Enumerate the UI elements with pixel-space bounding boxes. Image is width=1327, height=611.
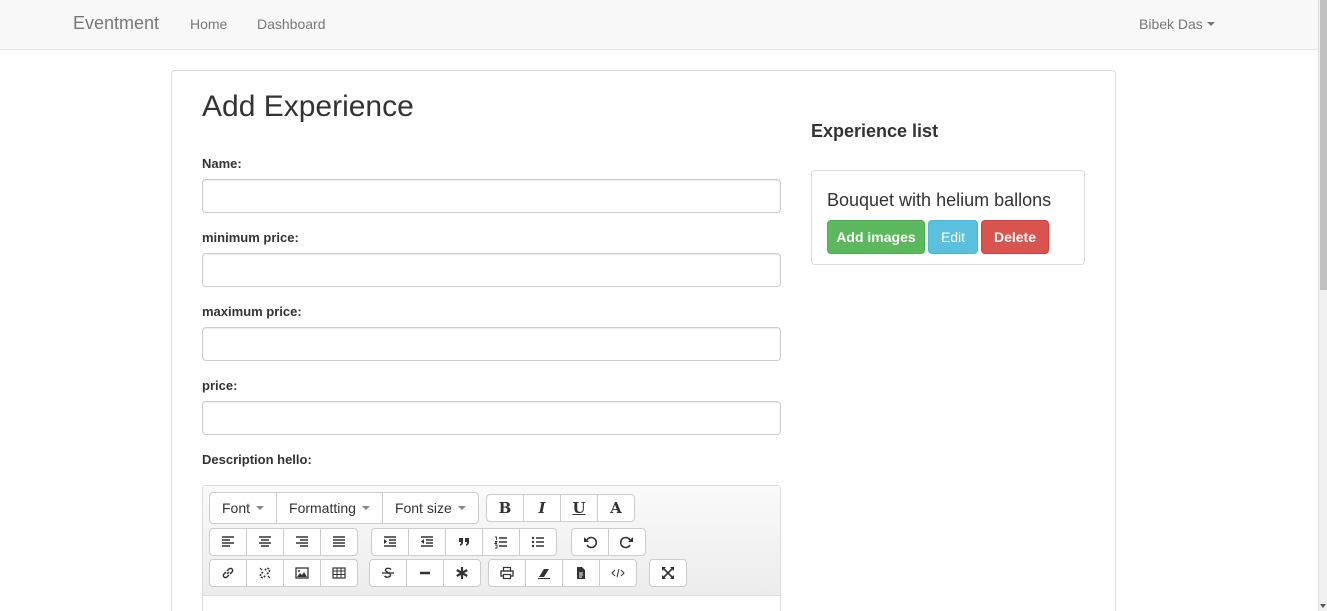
outdent-icon: [421, 536, 433, 547]
font-dropdown-label: Font: [222, 500, 251, 516]
eraser-icon: [538, 569, 550, 579]
table-icon: [332, 567, 346, 579]
print-button[interactable]: [488, 559, 526, 587]
name-input[interactable]: [202, 179, 781, 213]
align-right-button[interactable]: [283, 528, 321, 556]
undo-icon: [584, 536, 597, 549]
redo-button[interactable]: [608, 528, 646, 556]
max-price-input[interactable]: [202, 327, 781, 361]
image-icon: [295, 567, 309, 579]
navbar: Eventment Home Dashboard Bibek Das: [0, 0, 1318, 50]
add-images-button[interactable]: Add images: [827, 220, 925, 254]
align-justify-button[interactable]: [320, 528, 358, 556]
history-button-group: [571, 528, 646, 556]
unlink-button[interactable]: [246, 559, 284, 587]
align-center-button[interactable]: [246, 528, 284, 556]
indent-icon: [384, 536, 396, 547]
indent-button[interactable]: [371, 528, 409, 556]
eraser-button[interactable]: [525, 559, 563, 587]
tools-button-group: [488, 559, 637, 587]
ordered-list-button[interactable]: [482, 528, 520, 556]
special-char-icon: [456, 567, 468, 579]
user-name: Bibek Das: [1139, 16, 1203, 32]
align-left-button[interactable]: [209, 528, 247, 556]
blockquote-button[interactable]: [445, 528, 483, 556]
scroll-thumb[interactable]: [1320, 0, 1327, 290]
formatting-dropdown-label: Formatting: [289, 500, 356, 516]
align-left-icon: [222, 536, 234, 547]
fullscreen-icon: [662, 567, 674, 579]
link-icon: [222, 567, 234, 579]
font-size-dropdown-label: Font size: [394, 500, 452, 516]
underline-button[interactable]: U: [560, 494, 598, 522]
page-scrollbar[interactable]: [1318, 0, 1327, 611]
name-label: Name:: [202, 156, 242, 171]
price-input[interactable]: [202, 401, 781, 435]
chevron-down-icon: [1206, 22, 1215, 26]
align-justify-icon: [333, 536, 345, 547]
style-button-group: B I U A: [486, 494, 635, 522]
unlink-icon: [259, 567, 271, 579]
template-icon: [577, 567, 585, 579]
insert-button-group: [209, 559, 358, 587]
image-button[interactable]: [283, 559, 321, 587]
redo-icon: [620, 536, 633, 549]
misc-button-group: [369, 559, 481, 587]
scroll-down-icon[interactable]: [1320, 604, 1326, 608]
align-center-icon: [259, 536, 271, 547]
outdent-button[interactable]: [408, 528, 446, 556]
formatting-dropdown[interactable]: Formatting: [276, 492, 383, 524]
view-button-group: [649, 559, 687, 587]
font-size-dropdown[interactable]: Font size: [381, 492, 479, 524]
max-price-label: maximum price:: [202, 304, 302, 319]
brand-link[interactable]: Eventment: [73, 13, 159, 34]
quote-icon: [459, 538, 469, 546]
strikethrough-icon: [382, 567, 394, 578]
user-menu[interactable]: Bibek Das: [1139, 16, 1215, 32]
nav-home-link[interactable]: Home: [190, 16, 227, 32]
text-color-button[interactable]: A: [597, 494, 635, 522]
min-price-input[interactable]: [202, 253, 781, 287]
description-label: Description hello:: [202, 452, 312, 467]
template-button[interactable]: [562, 559, 600, 587]
special-char-button[interactable]: [443, 559, 481, 587]
undo-button[interactable]: [571, 528, 609, 556]
chevron-down-icon: [256, 506, 265, 510]
page-title: Add Experience: [202, 90, 414, 123]
table-button[interactable]: [320, 559, 358, 587]
ordered-list-icon: [494, 536, 507, 549]
align-button-group: [209, 528, 358, 556]
bold-button[interactable]: B: [486, 494, 524, 522]
source-code-icon: [611, 568, 625, 578]
align-right-icon: [296, 536, 308, 547]
horizontal-rule-button[interactable]: [406, 559, 444, 587]
source-code-button[interactable]: [599, 559, 637, 587]
min-price-label: minimum price:: [202, 230, 299, 245]
font-dropdown-group: Font Formatting Font size: [209, 492, 479, 524]
fullscreen-button[interactable]: [649, 559, 687, 587]
strikethrough-button[interactable]: [369, 559, 407, 587]
print-icon: [500, 566, 514, 580]
unordered-list-icon: [531, 536, 544, 548]
unordered-list-button[interactable]: [519, 528, 557, 556]
link-button[interactable]: [209, 559, 247, 587]
experience-list-title: Experience list: [811, 121, 939, 141]
nav-dashboard-link[interactable]: Dashboard: [257, 16, 326, 32]
italic-button[interactable]: I: [523, 494, 561, 522]
chevron-down-icon: [361, 506, 370, 510]
delete-button[interactable]: Delete: [981, 220, 1049, 254]
experience-item-name: Bouquet with helium ballons: [827, 190, 1052, 210]
description-editor[interactable]: Font Formatting Font size B I U A: [202, 485, 781, 611]
indent-button-group: [371, 528, 557, 556]
price-label: price:: [202, 378, 238, 393]
edit-button[interactable]: Edit: [928, 220, 978, 254]
editor-toolbar: Font Formatting Font size B I U A: [203, 486, 780, 596]
horizontal-rule-icon: [420, 571, 430, 575]
font-dropdown[interactable]: Font: [209, 492, 278, 524]
chevron-down-icon: [457, 506, 466, 510]
